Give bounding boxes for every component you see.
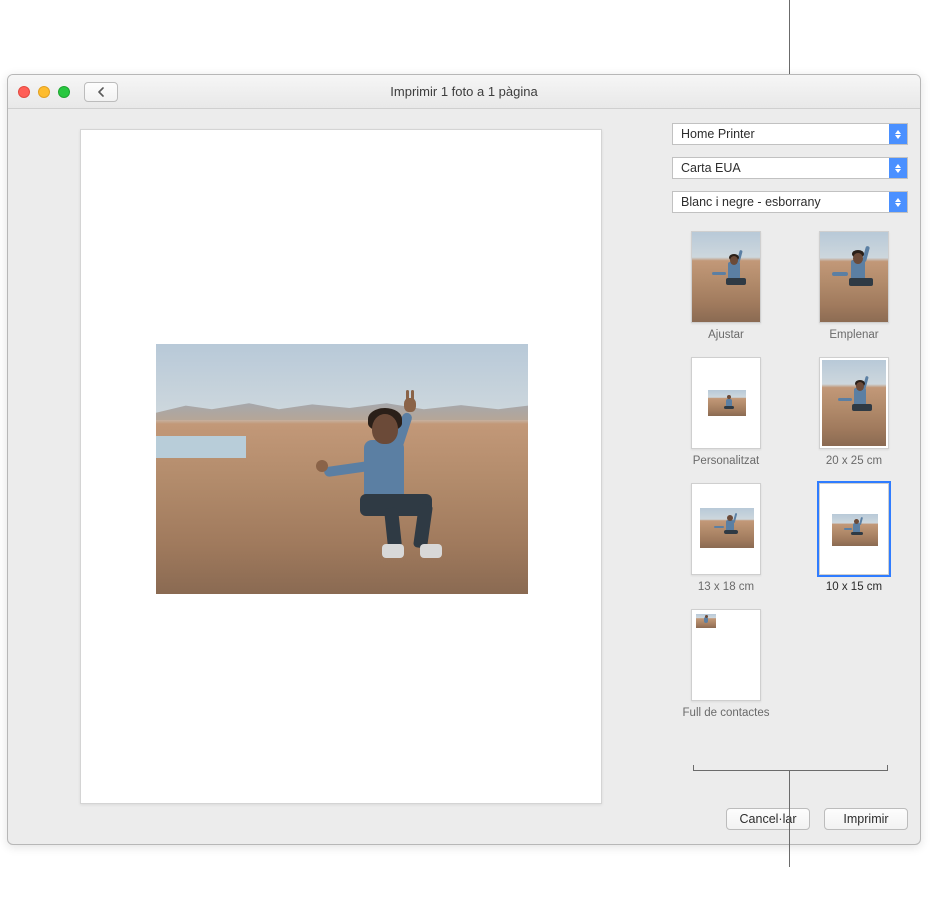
format-item-fit[interactable]: Ajustar: [672, 231, 780, 341]
callout-bracket-bottom: [693, 765, 888, 771]
preview-pane: [8, 109, 664, 844]
format-thumb: [819, 357, 889, 449]
dropdown-arrows-icon: [889, 192, 907, 212]
paper-size-value: Carta EUA: [681, 161, 741, 175]
chevron-left-icon: [97, 87, 105, 97]
quality-select[interactable]: Blanc i negre - esborrany: [672, 191, 908, 213]
dropdown-arrows-icon: [889, 124, 907, 144]
format-thumb: [819, 483, 889, 575]
back-button[interactable]: [84, 82, 118, 102]
printer-select-value: Home Printer: [681, 127, 755, 141]
cancel-button[interactable]: Cancel·lar: [726, 808, 810, 830]
format-item-custom[interactable]: Personalitzat: [672, 357, 780, 467]
minimize-window-button[interactable]: [38, 86, 50, 98]
print-dialog-window: Imprimir 1 foto a 1 pàgina: [7, 74, 921, 845]
format-item-fill[interactable]: Emplenar: [800, 231, 908, 341]
print-options-panel: Home Printer Carta EUA Blanc i negre - e…: [664, 109, 920, 844]
close-window-button[interactable]: [18, 86, 30, 98]
format-label: Ajustar: [708, 329, 744, 341]
print-button[interactable]: Imprimir: [824, 808, 908, 830]
action-buttons: Cancel·lar Imprimir: [672, 794, 908, 830]
printer-select[interactable]: Home Printer: [672, 123, 908, 145]
zoom-window-button[interactable]: [58, 86, 70, 98]
format-label: Full de contactes: [683, 707, 770, 719]
dialog-content: Home Printer Carta EUA Blanc i negre - e…: [8, 109, 920, 844]
format-thumb: [691, 483, 761, 575]
format-thumb: [691, 231, 761, 323]
format-label: Emplenar: [829, 329, 878, 341]
photo-preview: [156, 344, 528, 594]
format-grid: Ajustar: [672, 231, 908, 719]
quality-value: Blanc i negre - esborrany: [681, 195, 821, 209]
format-thumb: [691, 609, 761, 701]
format-label: Personalitzat: [693, 455, 759, 467]
format-item-contact-sheet[interactable]: Full de contactes: [672, 609, 780, 719]
format-thumb: [819, 231, 889, 323]
callout-line-bottom: [789, 770, 790, 867]
format-label: 10 x 15 cm: [826, 581, 882, 593]
format-thumb: [691, 357, 761, 449]
format-item-13x18[interactable]: 13 x 18 cm: [672, 483, 780, 593]
page-preview: [80, 129, 602, 804]
window-controls: [18, 86, 70, 98]
cancel-button-label: Cancel·lar: [740, 812, 797, 826]
paper-size-select[interactable]: Carta EUA: [672, 157, 908, 179]
print-button-label: Imprimir: [843, 812, 888, 826]
format-label: 13 x 18 cm: [698, 581, 754, 593]
format-item-10x15[interactable]: 10 x 15 cm: [800, 483, 908, 593]
callout-line-top: [789, 0, 790, 74]
format-item-20x25[interactable]: 20 x 25 cm: [800, 357, 908, 467]
titlebar: Imprimir 1 foto a 1 pàgina: [8, 75, 920, 109]
window-title: Imprimir 1 foto a 1 pàgina: [8, 84, 920, 99]
dropdown-arrows-icon: [889, 158, 907, 178]
format-label: 20 x 25 cm: [826, 455, 882, 467]
